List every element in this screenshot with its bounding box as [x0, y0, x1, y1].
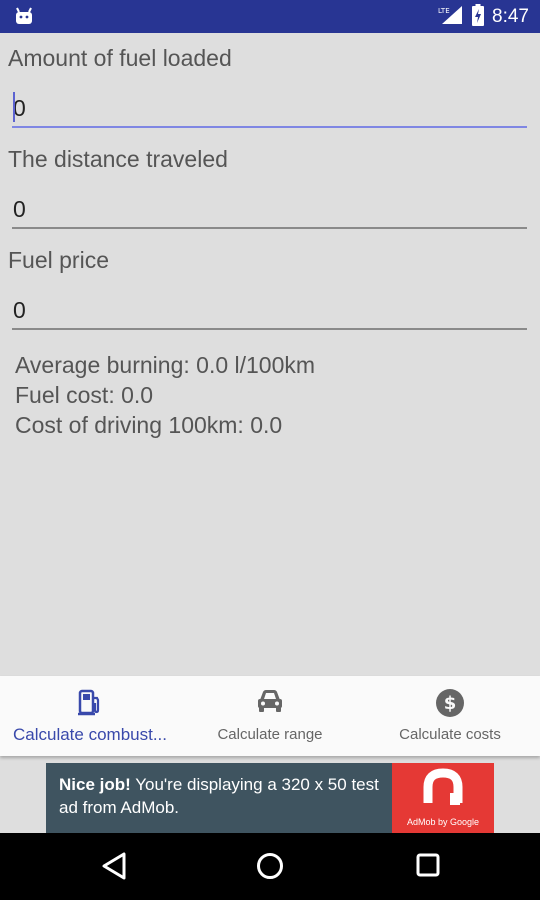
tab-calculate-combustion[interactable]: Calculate combust...	[0, 676, 180, 756]
ad-message: Nice job! You're displaying a 320 x 50 t…	[59, 773, 389, 819]
lte-signal-icon: LTE	[438, 5, 464, 29]
back-icon[interactable]	[100, 851, 128, 885]
fuel-cost-text: Fuel cost: 0.0	[15, 382, 154, 408]
tab-label: Calculate costs	[399, 726, 501, 743]
tab-label: Calculate range	[217, 726, 323, 743]
bottom-navigation: Calculate combust... Calculate range $ C…	[0, 676, 540, 756]
fuel-amount-underline	[12, 126, 527, 128]
distance-label: The distance traveled	[8, 146, 228, 172]
svg-text:$: $	[444, 693, 457, 714]
fuel-pump-icon	[77, 688, 103, 720]
fuel-amount-input[interactable]: 0	[12, 88, 528, 128]
dollar-icon: $	[435, 688, 465, 722]
ad-headline: Nice job!	[59, 775, 131, 794]
home-icon[interactable]	[255, 851, 285, 885]
status-bar: LTE 8:47	[0, 0, 540, 33]
fuel-price-input[interactable]: 0	[12, 290, 528, 330]
distance-input[interactable]: 0	[12, 189, 528, 229]
recents-icon[interactable]	[414, 851, 442, 885]
fuel-amount-label: Amount of fuel loaded	[8, 45, 232, 71]
battery-charging-icon	[472, 3, 485, 30]
tab-label: Calculate combust...	[12, 725, 167, 744]
fuel-price-underline	[12, 328, 527, 330]
tab-calculate-range[interactable]: Calculate range	[180, 676, 360, 756]
results-panel: Average burning: 0.0 l/100km Fuel cost: …	[15, 350, 315, 440]
system-navigation-bar	[0, 833, 540, 900]
clock: 8:47	[492, 5, 529, 27]
android-icon	[14, 7, 34, 29]
ad-banner[interactable]: Nice job! You're displaying a 320 x 50 t…	[46, 763, 494, 833]
fuel-price-label: Fuel price	[8, 247, 109, 273]
distance-underline	[12, 227, 527, 229]
network-label: LTE	[438, 7, 450, 15]
cost-100km-text: Cost of driving 100km: 0.0	[15, 412, 283, 438]
average-burning-text: Average burning: 0.0 l/100km	[15, 352, 316, 378]
text-cursor	[13, 92, 15, 122]
car-icon	[256, 688, 284, 718]
admob-logo-text: AdMob by Google	[406, 817, 480, 827]
tab-calculate-costs[interactable]: $ Calculate costs	[360, 676, 540, 756]
admob-logo: AdMob by Google	[392, 763, 494, 833]
admob-icon	[423, 768, 463, 805]
